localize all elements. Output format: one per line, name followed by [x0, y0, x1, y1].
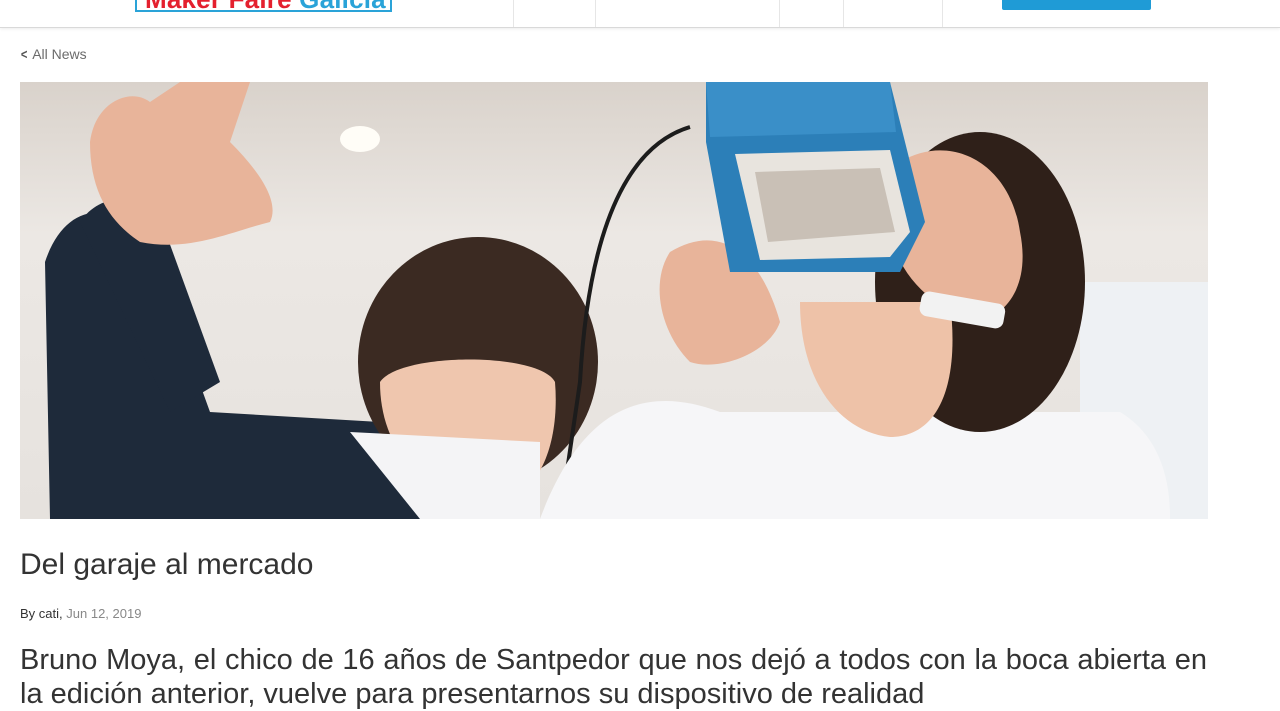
article-date: Jun 12, 2019: [66, 606, 142, 621]
site-header: Maker Faire Galicia: [0, 0, 1280, 28]
all-news-label: All News: [32, 46, 87, 62]
author-link[interactable]: cati: [39, 606, 59, 621]
article-title: Del garaje al mercado: [20, 548, 314, 581]
site-logo[interactable]: Maker Faire Galicia: [135, 0, 392, 12]
chevron-left-icon: <: [20, 46, 28, 62]
hero-photo: [20, 82, 1208, 519]
all-news-link[interactable]: < All News: [20, 46, 87, 62]
hero-image: [20, 82, 1208, 519]
nav-divider: [513, 0, 514, 27]
article-lead: Bruno Moya, el chico de 16 años de Santp…: [20, 644, 1207, 710]
article-byline: By cati, Jun 12, 2019: [20, 606, 141, 621]
nav-divider: [942, 0, 943, 27]
nav-divider: [843, 0, 844, 27]
nav-divider: [779, 0, 780, 27]
byline-prefix: By: [20, 606, 36, 621]
logo-maker-faire: Maker Faire: [145, 0, 292, 14]
logo-galicia: Galicia: [299, 0, 386, 14]
nav-divider: [595, 0, 596, 27]
header-cta-button[interactable]: [1002, 0, 1151, 10]
